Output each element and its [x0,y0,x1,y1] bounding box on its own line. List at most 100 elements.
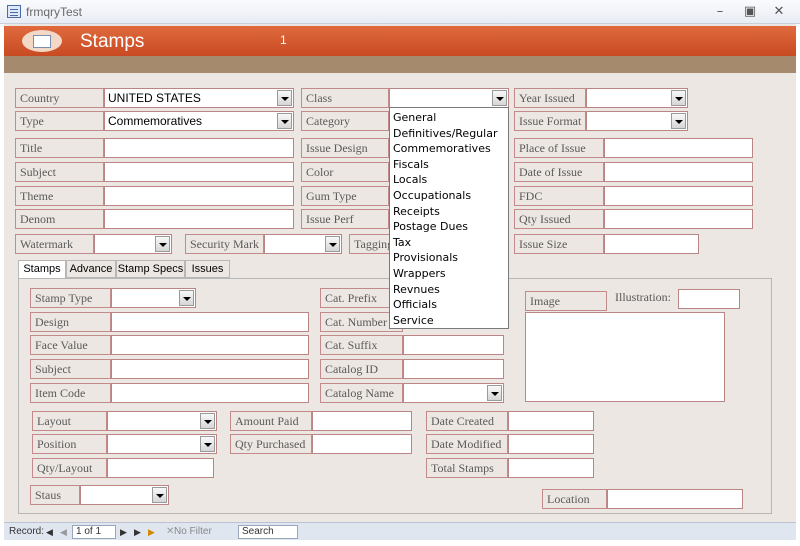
layout-label: Layout [32,411,107,431]
stamp-type-label: Stamp Type [30,288,111,308]
qty-layout-field[interactable] [107,458,214,478]
class-dropdown-list[interactable]: General Definitives/Regular Commemorativ… [389,107,509,329]
class-option[interactable]: Provisionals [390,250,508,266]
class-option[interactable]: Officials [390,297,508,313]
catalog-name-label: Catalog Name [320,383,403,403]
qty-purchased-label: Qty Purchased [230,434,312,454]
filter-status[interactable]: No Filter [174,526,212,537]
class-option[interactable]: Occupationals [390,188,508,204]
class-option[interactable]: Commemoratives [390,141,508,157]
title-bar: frmqryTest – ▣ ✕ [0,0,800,24]
title-label: Title [15,138,104,158]
class-option[interactable]: Wrappers [390,266,508,282]
issue-design-label: Issue Design [301,138,389,158]
location-label: Location [542,489,607,509]
image-frame[interactable] [525,312,725,402]
issue-size-field[interactable] [604,234,699,254]
class-option[interactable]: Definitives/Regular [390,126,508,142]
theme-label: Theme [15,186,104,206]
class-label: Class [301,88,389,108]
watermark-label: Watermark [15,234,94,254]
date-of-issue-field[interactable] [604,162,753,182]
face-value-label: Face Value [30,335,111,355]
illustration-label: Illustration: [615,290,671,304]
minimize-icon[interactable]: – [708,3,732,21]
record-label: Record: [9,526,45,537]
illustration-field[interactable] [678,289,740,309]
location-field[interactable] [607,489,743,509]
stamp-type-dropdown-icon[interactable] [179,290,194,306]
security-mark-label: Security Mark [185,234,264,254]
record-count: 1 [280,33,287,47]
issue-format-label: Issue Format [514,111,586,131]
theme-field[interactable] [104,186,294,206]
year-issued-label: Year Issued [514,88,586,108]
date-modified-label: Date Modified [426,434,508,454]
close-icon[interactable]: ✕ [767,3,791,21]
tab-issues[interactable]: Issues [185,260,230,278]
total-stamps-label: Total Stamps [426,458,508,478]
class-option[interactable]: Tax [390,235,508,251]
qty-issued-field[interactable] [604,209,753,229]
subject-field[interactable] [104,162,294,182]
security-mark-dropdown-icon[interactable] [325,236,340,252]
denom-field[interactable] [104,209,294,229]
type-combo[interactable]: Commemoratives [104,111,294,131]
position-dropdown-icon[interactable] [200,436,215,452]
class-dropdown-icon[interactable] [492,90,507,106]
last-record-icon[interactable]: ▶ [132,525,143,539]
issue-format-dropdown-icon[interactable] [671,113,686,129]
face-value-field[interactable] [111,335,309,355]
issue-perf-label: Issue Perf [301,209,389,229]
record-navigation-bar: Record: ◀ ◀ 1 of 1 ▶ ▶ ▶ ✕ No Filter Sea… [4,522,796,540]
position-label: Position [32,434,107,454]
year-issued-dropdown-icon[interactable] [671,90,686,106]
fdc-field[interactable] [604,186,753,206]
watermark-dropdown-icon[interactable] [155,236,170,252]
first-record-icon[interactable]: ◀ [44,525,55,539]
class-option[interactable]: Revnues [390,282,508,298]
design-field[interactable] [111,312,309,332]
new-record-icon[interactable]: ▶ [146,525,157,539]
amount-paid-field[interactable] [312,411,412,431]
status-dropdown-icon[interactable] [152,487,167,503]
current-record-field[interactable]: 1 of 1 [72,525,116,539]
total-stamps-field[interactable] [508,458,594,478]
country-dropdown-icon[interactable] [277,90,292,106]
design-label: Design [30,312,111,332]
fdc-label: FDC [514,186,604,206]
class-option[interactable]: Service [390,313,508,329]
class-option[interactable]: Fiscals [390,157,508,173]
gum-type-label: Gum Type [301,186,389,206]
window-title: frmqryTest [26,5,83,19]
item-code-field[interactable] [111,383,309,403]
catalog-id-field[interactable] [403,359,504,379]
qty-purchased-field[interactable] [312,434,412,454]
type-dropdown-icon[interactable] [277,113,292,129]
cat-suffix-field[interactable] [403,335,504,355]
maximize-icon[interactable]: ▣ [738,3,762,21]
tab-stamps[interactable]: Stamps [18,260,66,279]
date-modified-field[interactable] [508,434,594,454]
search-box[interactable]: Search [238,525,298,539]
tab-stamp-specs[interactable]: Stamp Specs [116,260,185,278]
class-option[interactable]: Postage Dues [390,219,508,235]
next-record-icon[interactable]: ▶ [118,525,129,539]
tab-subject-field[interactable] [111,359,309,379]
catalog-name-dropdown-icon[interactable] [487,385,502,401]
class-option[interactable]: Receipts [390,204,508,220]
class-option[interactable]: General [390,110,508,126]
title-field[interactable] [104,138,294,158]
previous-record-icon[interactable]: ◀ [58,525,69,539]
denom-label: Denom [15,209,104,229]
class-option[interactable]: Locals [390,172,508,188]
subject-label: Subject [15,162,104,182]
tab-advance[interactable]: Advance [66,260,116,278]
date-created-field[interactable] [508,411,594,431]
layout-dropdown-icon[interactable] [200,413,215,429]
place-of-issue-field[interactable] [604,138,753,158]
class-combo[interactable] [389,88,509,108]
date-of-issue-label: Date of Issue [514,162,604,182]
stamps-logo-icon [22,30,62,52]
country-combo[interactable]: UNITED STATES [104,88,294,108]
